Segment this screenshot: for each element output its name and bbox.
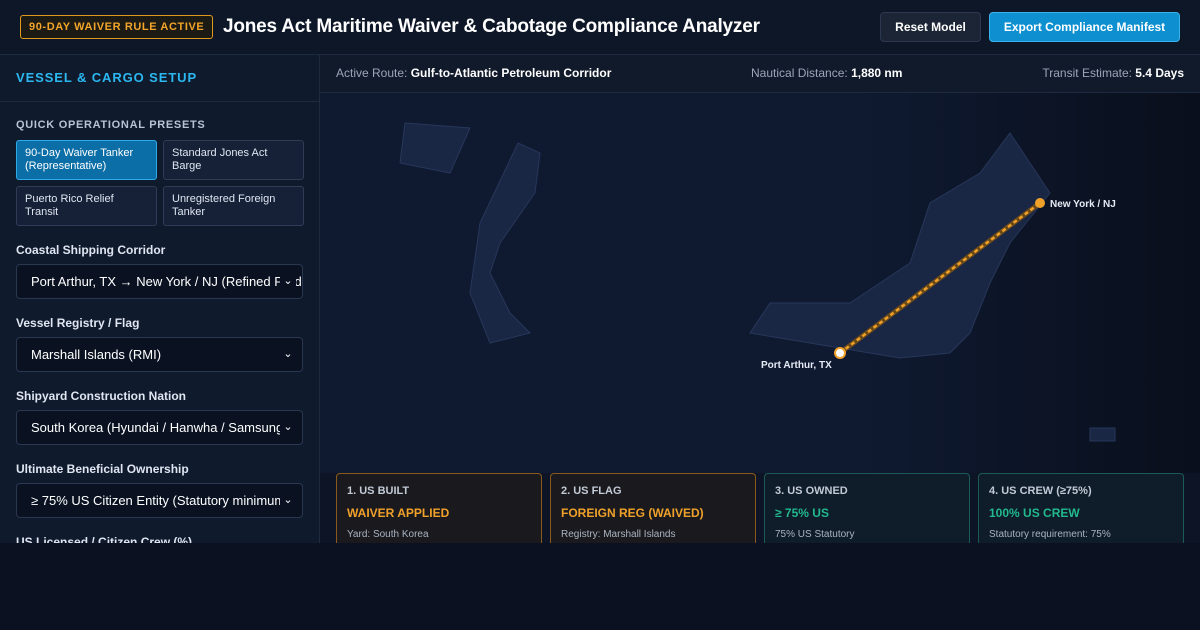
check-detail: 75% US Statutory xyxy=(775,529,855,540)
route-summary-bar: Active Route: Gulf-to-Atlantic Petroleum… xyxy=(320,55,1200,93)
route-map[interactable]: Port Arthur, TX New York / NJ xyxy=(320,93,1200,473)
check-status: ≥ 75% US xyxy=(775,506,829,520)
chevron-down-icon: ⌄ xyxy=(280,484,296,517)
check-card-us-owned: 3. US OWNED ≥ 75% US 75% US Statutory xyxy=(764,473,970,543)
app-title: Jones Act Maritime Waiver & Cabotage Com… xyxy=(223,16,760,37)
ownership-label: Ultimate Beneficial Ownership xyxy=(16,462,189,476)
transit-estimate: Transit Estimate: 5.4 Days xyxy=(1042,66,1184,80)
nautical-distance: Nautical Distance: 1,880 nm xyxy=(751,66,902,80)
transit-value: 5.4 Days xyxy=(1135,66,1184,80)
corridor-value: Port Arthur, TX → New York / NJ (Refined… xyxy=(31,274,303,289)
ownership-select[interactable]: ≥ 75% US Citizen Entity (Statutory minim… xyxy=(16,483,303,518)
origin-port-marker[interactable] xyxy=(834,347,846,359)
registry-select[interactable]: Marshall Islands (RMI) ⌄ xyxy=(16,337,303,372)
destination-port-marker[interactable] xyxy=(1035,198,1045,208)
preset-unregistered-foreign-tanker[interactable]: Unregistered Foreign Tanker xyxy=(163,186,304,226)
distance-label: Nautical Distance: xyxy=(751,66,848,80)
chevron-down-icon: ⌄ xyxy=(280,265,296,298)
destination-port-label: New York / NJ xyxy=(1050,199,1116,210)
chevron-down-icon: ⌄ xyxy=(280,338,296,371)
check-card-us-crew: 4. US CREW (≥75%) 100% US CREW Statutory… xyxy=(978,473,1184,543)
page-bottom-area xyxy=(0,543,1200,630)
landmass-shape xyxy=(1089,427,1116,442)
ownership-value: ≥ 75% US Citizen Entity (Statutory minim… xyxy=(31,493,290,508)
transit-label: Transit Estimate: xyxy=(1042,66,1132,80)
preset-puerto-rico-relief[interactable]: Puerto Rico Relief Transit xyxy=(16,186,157,226)
reset-model-button[interactable]: Reset Model xyxy=(880,12,981,42)
check-status: WAIVER APPLIED xyxy=(347,506,450,520)
presets-section-label: QUICK OPERATIONAL PRESETS xyxy=(16,119,206,131)
check-title: 4. US CREW (≥75%) xyxy=(989,485,1092,497)
sidebar-title: VESSEL & CARGO SETUP xyxy=(16,70,198,85)
shipyard-select[interactable]: South Korea (Hyundai / Hanwha / Samsung)… xyxy=(16,410,303,445)
shipyard-label: Shipyard Construction Nation xyxy=(16,389,187,403)
check-detail: Statutory requirement: 75% xyxy=(989,529,1111,540)
active-route-value: Gulf-to-Atlantic Petroleum Corridor xyxy=(410,66,612,80)
registry-value: Marshall Islands (RMI) xyxy=(31,347,162,362)
corridor-label: Coastal Shipping Corridor xyxy=(16,243,166,257)
check-title: 3. US OWNED xyxy=(775,485,848,497)
check-title: 1. US BUILT xyxy=(347,485,410,497)
waiver-rule-badge: 90-DAY WAIVER RULE ACTIVE xyxy=(20,15,214,39)
chevron-down-icon: ⌄ xyxy=(280,411,296,444)
check-title: 2. US FLAG xyxy=(561,485,622,497)
sidebar-header: VESSEL & CARGO SETUP xyxy=(0,55,319,102)
check-detail: Registry: Marshall Islands xyxy=(561,529,676,540)
check-status: FOREIGN REG (WAIVED) xyxy=(561,506,704,520)
route-map-svg: Port Arthur, TX New York / NJ xyxy=(320,93,1200,473)
vessel-setup-sidebar: VESSEL & CARGO SETUP QUICK OPERATIONAL P… xyxy=(0,55,320,543)
preset-standard-jones-act-barge[interactable]: Standard Jones Act Barge xyxy=(163,140,304,180)
check-detail: Yard: South Korea xyxy=(347,529,429,540)
app-header: 90-DAY WAIVER RULE ACTIVE Jones Act Mari… xyxy=(0,0,1200,55)
origin-port-label: Port Arthur, TX xyxy=(761,360,832,371)
crew-label: US Licensed / Citizen Crew (%) xyxy=(16,535,193,543)
active-route: Active Route: Gulf-to-Atlantic Petroleum… xyxy=(336,66,611,80)
check-card-us-flag: 2. US FLAG FOREIGN REG (WAIVED) Registry… xyxy=(550,473,756,543)
shipyard-value: South Korea (Hyundai / Hanwha / Samsung) xyxy=(31,420,288,435)
active-route-label: Active Route: xyxy=(336,66,408,80)
preset-90-day-waiver-tanker[interactable]: 90-Day Waiver Tanker (Representative) xyxy=(16,140,157,180)
check-card-us-built: 1. US BUILT WAIVER APPLIED Yard: South K… xyxy=(336,473,542,543)
corridor-select[interactable]: Port Arthur, TX → New York / NJ (Refined… xyxy=(16,264,303,299)
check-status: 100% US CREW xyxy=(989,506,1080,520)
distance-value: 1,880 nm xyxy=(851,66,903,80)
registry-label: Vessel Registry / Flag xyxy=(16,316,140,330)
export-manifest-button[interactable]: Export Compliance Manifest xyxy=(989,12,1180,42)
